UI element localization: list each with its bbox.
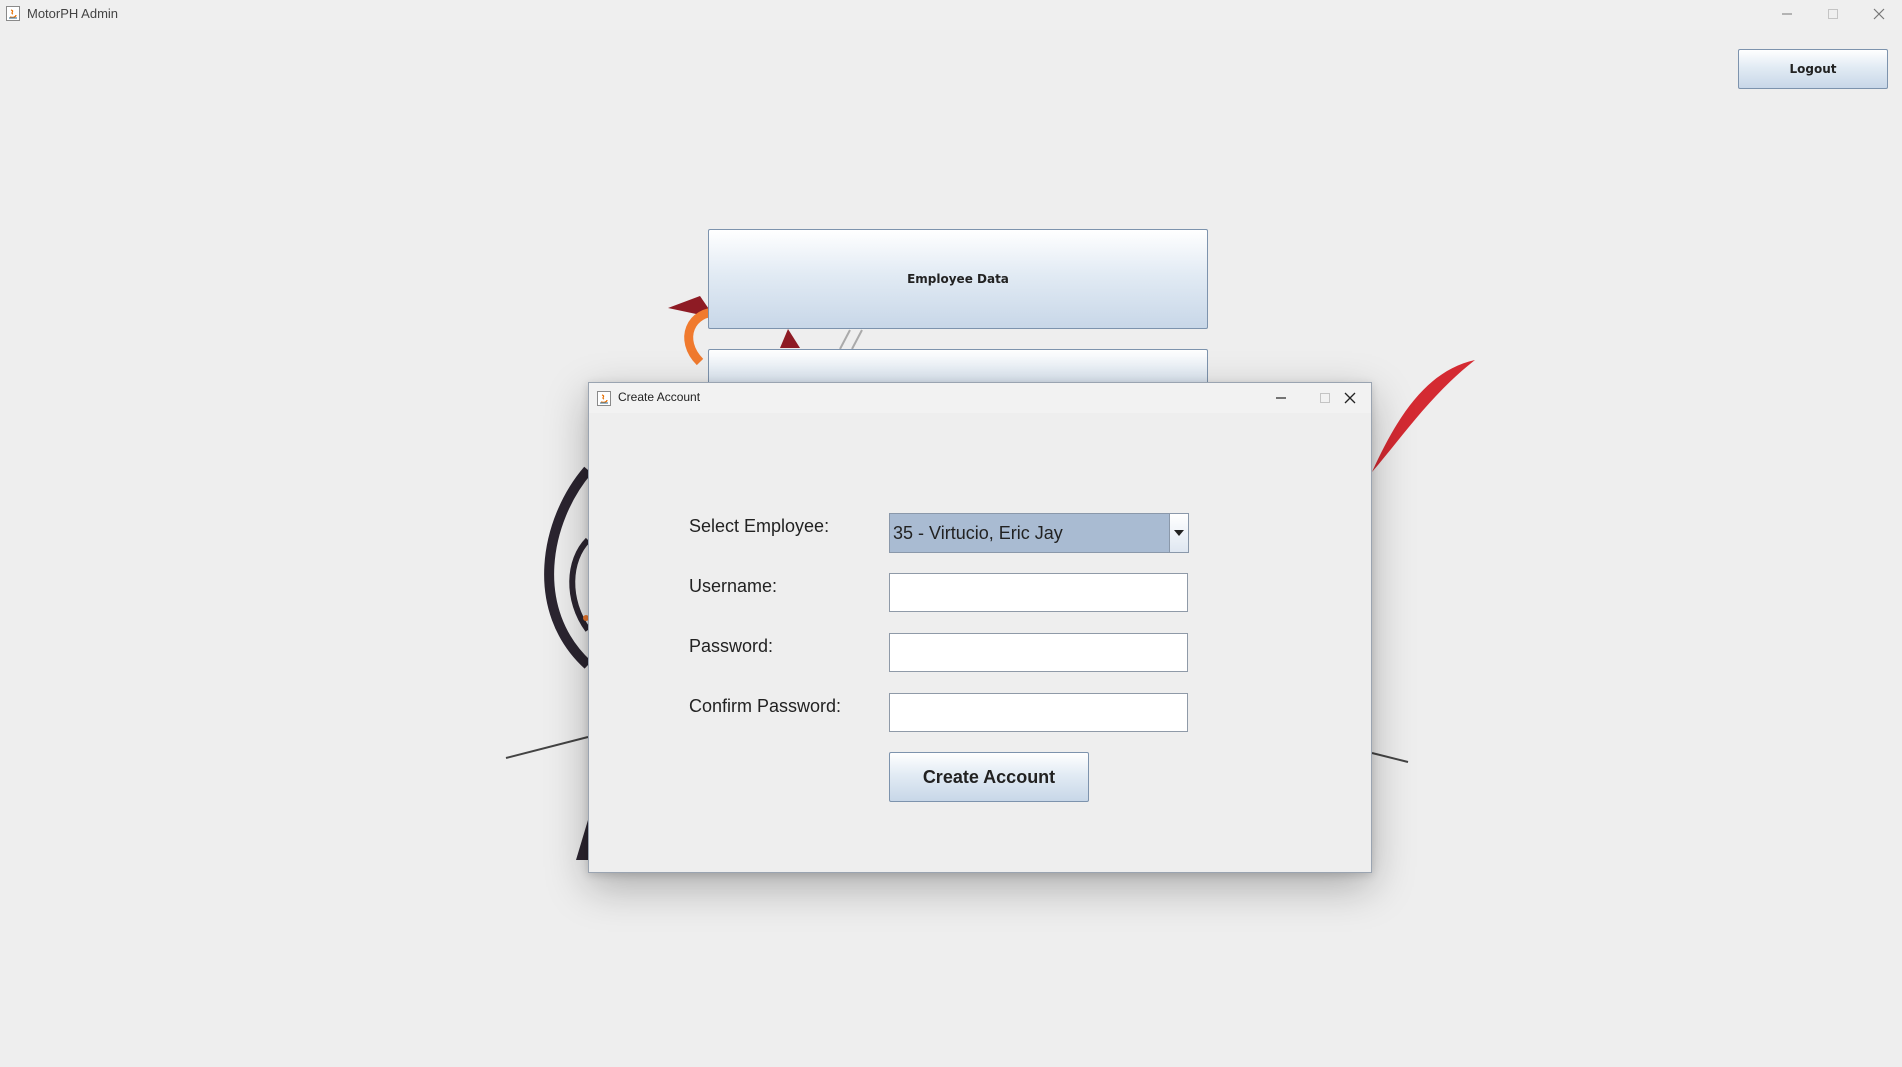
username-field[interactable] [889, 573, 1188, 612]
maximize-icon[interactable] [1810, 0, 1856, 28]
select-employee-label: Select Employee: [689, 516, 830, 536]
java-app-icon [6, 6, 20, 21]
employee-data-button[interactable]: Employee Data [708, 229, 1208, 329]
chevron-down-icon[interactable] [1169, 514, 1188, 552]
main-titlebar: MotorPH Admin [0, 0, 1902, 30]
minimize-icon[interactable] [1764, 0, 1810, 28]
password-field[interactable] [889, 633, 1188, 672]
password-label: Password: [689, 636, 774, 656]
dialog-titlebar: Create Account [589, 383, 1371, 413]
dialog-title: Create Account [618, 390, 701, 404]
java-app-icon [597, 391, 611, 406]
confirm-password-field[interactable] [889, 693, 1188, 732]
dialog-close-icon[interactable] [1328, 383, 1372, 413]
window-title: MotorPH Admin [27, 6, 119, 21]
create-account-dialog: Create Account Select Employee: 35 - Vir… [588, 382, 1372, 873]
logout-button[interactable]: Logout [1738, 49, 1888, 89]
close-icon[interactable] [1856, 0, 1902, 28]
dialog-minimize-icon[interactable] [1259, 383, 1303, 413]
create-account-button[interactable]: Create Account [889, 752, 1089, 802]
employee-select-value: 35 - Virtucio, Eric Jay [893, 523, 1063, 543]
confirm-password-label: Confirm Password: [689, 696, 842, 716]
username-label: Username: [689, 576, 778, 596]
employee-select[interactable]: 35 - Virtucio, Eric Jay [889, 513, 1189, 553]
